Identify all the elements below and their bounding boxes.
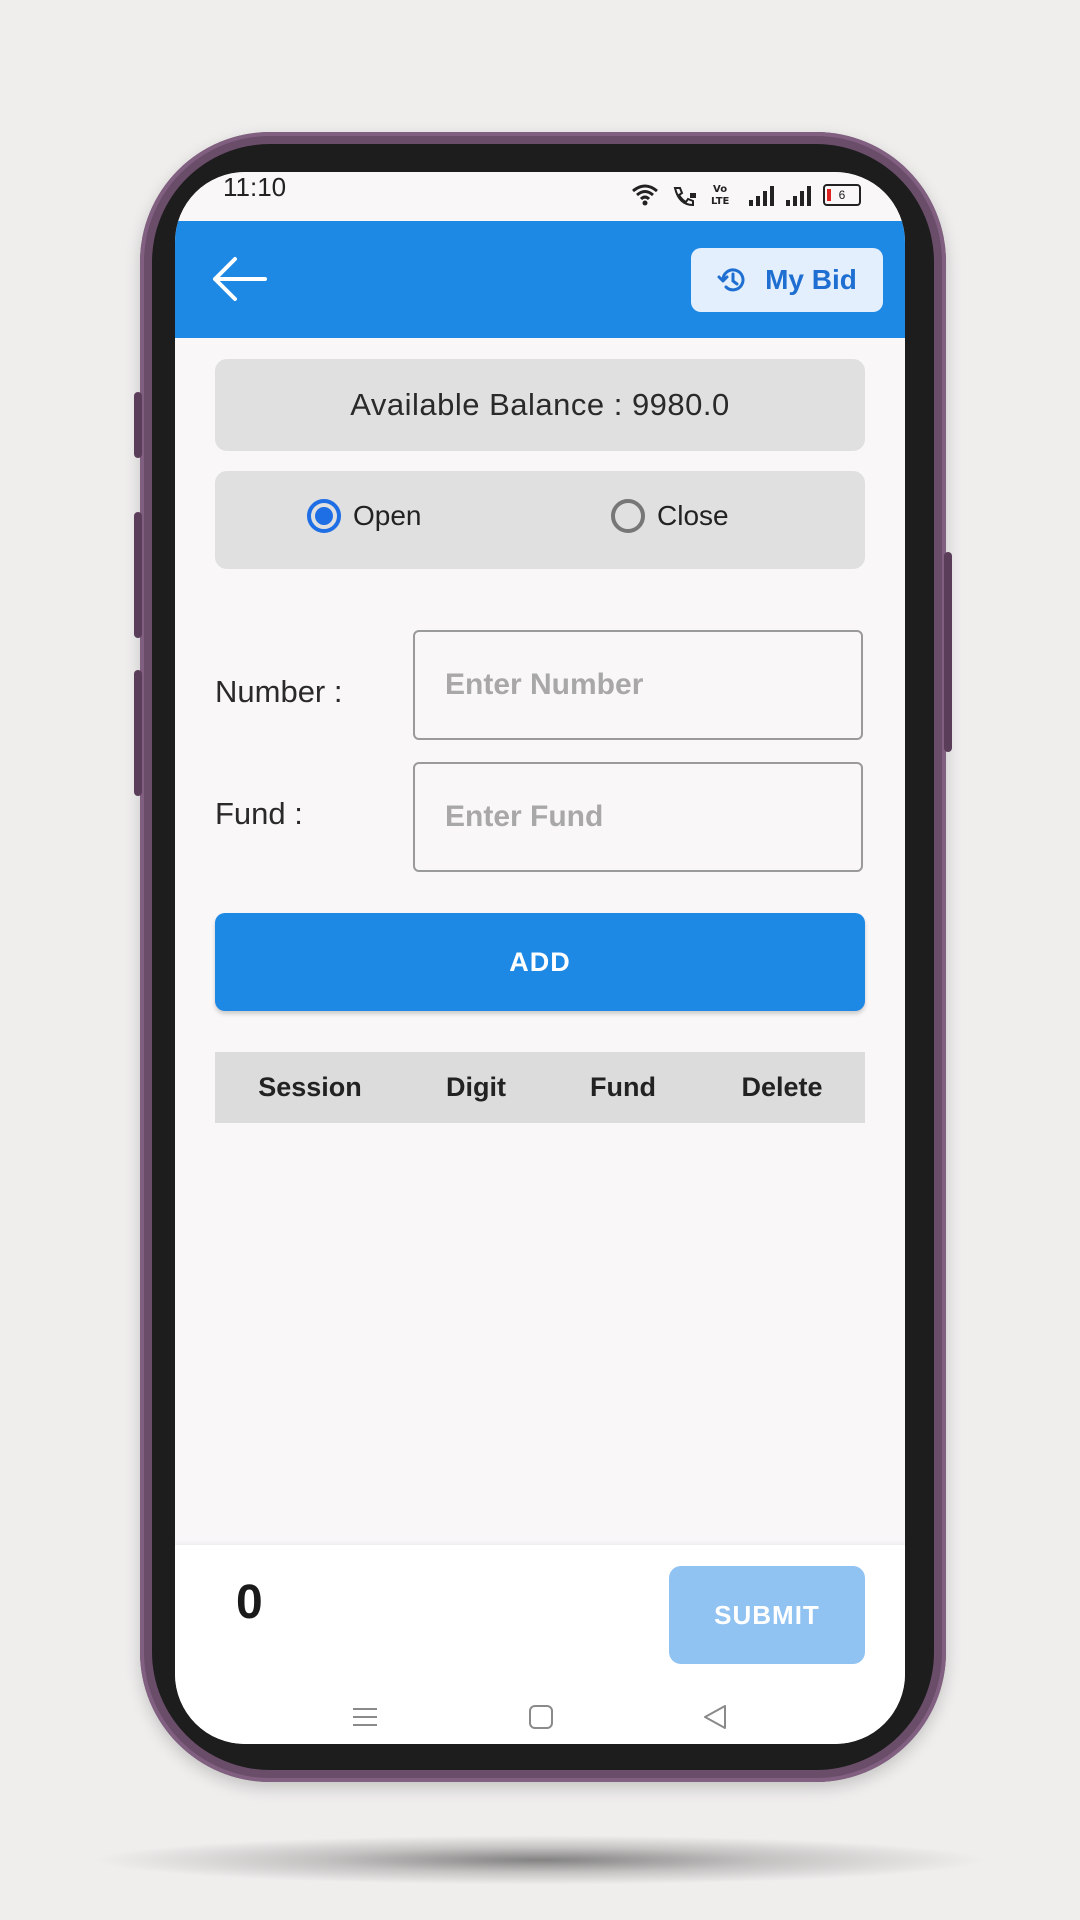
column-header-session: Session	[258, 1072, 362, 1102]
available-balance-text: Available Balance : 9980.0	[350, 387, 730, 422]
battery-icon: 6	[823, 184, 861, 206]
bid-table-header: Session Digit Fund Delete	[215, 1052, 865, 1123]
floor-shadow	[90, 1835, 990, 1885]
side-key-button	[134, 670, 142, 796]
radio-open-label: Open	[353, 500, 422, 531]
volte-icon: Vo LTE	[711, 184, 730, 206]
recent-apps-icon[interactable]	[351, 1703, 379, 1731]
radio-close[interactable]: Close	[611, 499, 729, 533]
available-balance-card: Available Balance : 9980.0	[215, 359, 865, 451]
back-button[interactable]	[211, 251, 267, 307]
my-bid-button[interactable]: My Bid	[691, 248, 883, 312]
app-bar: My Bid	[175, 221, 905, 338]
radio-open-indicator[interactable]	[307, 499, 341, 533]
arrow-left-icon	[213, 257, 267, 301]
fund-input[interactable]	[413, 762, 863, 872]
total-amount: 0	[236, 1576, 263, 1629]
fund-label: Fund :	[215, 796, 303, 831]
radio-close-label: Close	[657, 500, 729, 531]
column-header-fund: Fund	[590, 1072, 656, 1102]
status-time: 11:10	[223, 172, 287, 202]
svg-text:Vo: Vo	[713, 184, 727, 195]
radio-open[interactable]: Open	[307, 499, 422, 533]
my-bid-label: My Bid	[765, 264, 857, 295]
column-header-digit: Digit	[446, 1072, 506, 1102]
signal-icon-sim1	[749, 186, 774, 206]
bottom-bar: 0 SUBMIT	[175, 1545, 905, 1744]
number-label: Number :	[215, 674, 343, 709]
home-icon[interactable]	[527, 1703, 555, 1731]
history-icon	[717, 268, 745, 292]
wifi-calling-icon	[673, 187, 696, 206]
add-button[interactable]: ADD	[215, 913, 865, 1011]
system-back-icon[interactable]	[701, 1703, 729, 1731]
column-header-delete: Delete	[741, 1072, 823, 1102]
radio-close-indicator[interactable]	[611, 499, 645, 533]
number-input[interactable]	[413, 630, 863, 740]
status-bar: 11:10 Vo LTE 6	[175, 172, 905, 222]
status-icons: Vo LTE 6	[631, 176, 861, 206]
signal-icon-sim2	[786, 186, 811, 206]
session-selector: Open Close	[215, 471, 865, 569]
submit-button[interactable]: SUBMIT	[669, 1566, 865, 1664]
wifi-icon	[632, 184, 658, 206]
volume-up-button	[134, 392, 142, 458]
svg-text:LTE: LTE	[711, 196, 730, 206]
power-button	[944, 552, 952, 752]
phone-screen: 11:10 Vo LTE 6 My Bid Available Balance …	[175, 172, 905, 1744]
system-nav-bar	[175, 1695, 905, 1744]
volume-down-button	[134, 512, 142, 638]
